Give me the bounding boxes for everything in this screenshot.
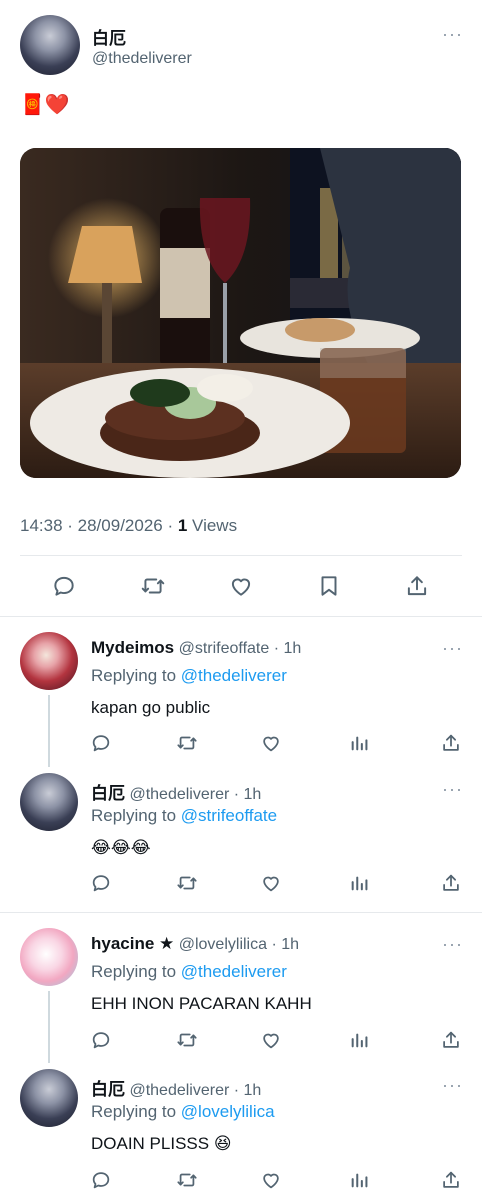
reply-author-name[interactable]: hyacine ★ <box>91 934 174 953</box>
retweet-icon[interactable] <box>175 1029 199 1051</box>
reply-header: hyacine ★ @lovelylilica · 1h <box>91 934 299 954</box>
retweet-icon[interactable] <box>139 573 167 599</box>
thread-line <box>48 991 50 1063</box>
reply-icon[interactable] <box>90 1029 112 1051</box>
replying-to-link[interactable]: @lovelylilica <box>181 1102 275 1121</box>
retweet-icon[interactable] <box>175 872 199 894</box>
replying-to-link[interactable]: @thedeliverer <box>181 962 287 981</box>
more-options-icon[interactable]: ··· <box>442 779 463 800</box>
like-icon[interactable] <box>260 732 282 754</box>
reply-time: · 1h <box>233 786 262 803</box>
reply-header: Mydeimos @strifeoffate · 1h <box>91 638 301 658</box>
tweet-photo[interactable] <box>20 148 461 478</box>
replying-to: Replying to @lovelylilica <box>91 1102 275 1122</box>
author-handle[interactable]: @thedeliverer <box>92 50 192 68</box>
reply-avatar[interactable] <box>20 1069 78 1127</box>
reply-time: · 1h <box>273 640 302 657</box>
reply-text: 😂😂😂 <box>91 838 151 857</box>
reply-icon[interactable] <box>51 573 77 599</box>
replying-to-link[interactable]: @thedeliverer <box>181 666 287 685</box>
replying-to: Replying to @thedeliverer <box>91 962 287 982</box>
replying-label: Replying to <box>91 666 181 685</box>
reply-author-name[interactable]: 白厄 <box>91 1080 125 1099</box>
share-icon[interactable] <box>440 1029 462 1051</box>
reply-author-name[interactable]: 白厄 <box>91 784 125 803</box>
divider-thread <box>0 912 482 913</box>
more-options-icon[interactable]: ··· <box>442 934 463 955</box>
divider-actions <box>0 616 482 617</box>
share-icon[interactable] <box>440 1169 462 1191</box>
reply-author-name[interactable]: Mydeimos <box>91 638 174 657</box>
more-options-icon[interactable]: ··· <box>442 1075 463 1096</box>
reply-author-handle[interactable]: @thedeliverer <box>129 1082 229 1099</box>
tweet-meta: 14:38 · 28/09/2026 · 1 Views <box>20 516 237 536</box>
tweet-text: 🧧❤️ <box>20 94 70 116</box>
views-icon[interactable] <box>348 1169 370 1191</box>
reply-text: DOAIN PLISSS 😆 <box>91 1134 232 1153</box>
reply-avatar[interactable] <box>20 632 78 690</box>
reply-author-handle[interactable]: @thedeliverer <box>129 786 229 803</box>
like-icon[interactable] <box>260 1169 282 1191</box>
share-icon[interactable] <box>440 872 462 894</box>
reply-text: kapan go public <box>91 698 211 717</box>
thread-line <box>48 695 50 767</box>
replying-to: Replying to @thedeliverer <box>91 666 287 686</box>
author-avatar[interactable] <box>20 15 80 75</box>
views-icon[interactable] <box>348 732 370 754</box>
replying-to-link[interactable]: @strifeoffate <box>181 806 277 825</box>
views-label: Views <box>187 516 238 535</box>
more-options-icon[interactable]: ··· <box>442 24 463 45</box>
reply-icon[interactable] <box>90 872 112 894</box>
views-icon[interactable] <box>348 872 370 894</box>
reply-avatar[interactable] <box>20 773 78 831</box>
more-options-icon[interactable]: ··· <box>442 638 463 659</box>
replying-label: Replying to <box>91 1102 181 1121</box>
like-icon[interactable] <box>228 573 254 599</box>
reply-text: EHH INON PACARAN KAHH <box>91 994 312 1013</box>
reply-icon[interactable] <box>90 1169 112 1191</box>
views-count: 1 <box>177 516 188 535</box>
retweet-icon[interactable] <box>175 732 199 754</box>
reply-header: 白厄 @thedeliverer · 1h <box>91 1075 261 1100</box>
author-name[interactable]: 白厄 <box>92 24 126 49</box>
reply-author-handle[interactable]: @strifeoffate <box>179 640 270 657</box>
like-icon[interactable] <box>260 872 282 894</box>
reply-author-handle[interactable]: @lovelylilica <box>179 936 267 953</box>
reply-time: · 1h <box>233 1082 262 1099</box>
reply-time: · 1h <box>271 936 300 953</box>
share-icon[interactable] <box>404 573 430 599</box>
share-icon[interactable] <box>440 732 462 754</box>
replying-to: Replying to @strifeoffate <box>91 806 277 826</box>
like-icon[interactable] <box>260 1029 282 1051</box>
replying-label: Replying to <box>91 806 181 825</box>
retweet-icon[interactable] <box>175 1169 199 1191</box>
timestamp: 14:38 · 28/09/2026 · <box>20 516 178 535</box>
divider-meta <box>20 555 462 556</box>
reply-header: 白厄 @thedeliverer · 1h <box>91 779 261 804</box>
replying-label: Replying to <box>91 962 181 981</box>
dinner-photo-illustration <box>20 148 461 478</box>
reply-avatar[interactable] <box>20 928 78 986</box>
reply-icon[interactable] <box>90 732 112 754</box>
views-icon[interactable] <box>348 1029 370 1051</box>
bookmark-icon[interactable] <box>316 573 342 599</box>
